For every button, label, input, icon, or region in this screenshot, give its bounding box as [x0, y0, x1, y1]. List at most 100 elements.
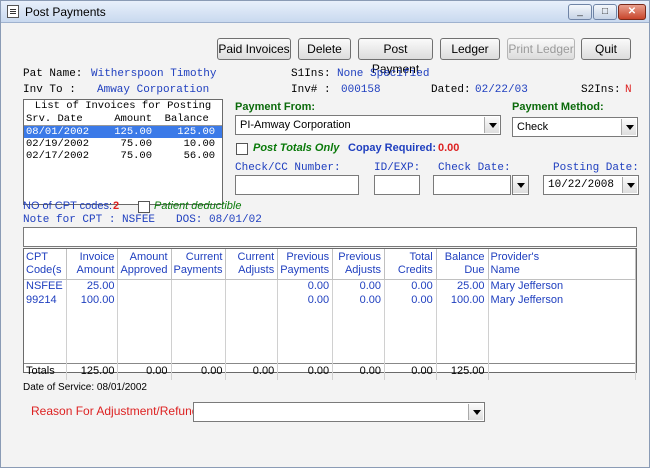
- grid-cell[interactable]: 99214: [24, 293, 67, 307]
- post-totals-label: Post Totals Only: [253, 142, 340, 154]
- grid-cell: [171, 335, 227, 349]
- col-balance: Balance: [164, 113, 209, 125]
- totals-row[interactable]: Totals 125.00 0.00 0.00 0.00 0.00 0.00 0.00 125.…: [24, 362, 637, 380]
- s1ins-label: S1Ins:: [291, 68, 331, 80]
- grid-cell[interactable]: [171, 293, 227, 307]
- copay-label: Copay Required:: [348, 142, 437, 154]
- table-row[interactable]: NSFEE 25.00 0.00 0.00 0.00 25.00 Mary Jefferso…: [24, 279, 637, 293]
- grid-cell[interactable]: [225, 279, 279, 293]
- chevron-down-icon[interactable]: [621, 119, 636, 135]
- grid-cell[interactable]: 0.00: [117, 362, 172, 380]
- grid-cell[interactable]: [117, 279, 172, 293]
- grid-cell[interactable]: 0.00: [332, 279, 386, 293]
- grid-cell[interactable]: 0.00: [332, 293, 386, 307]
- grid-cell[interactable]: [488, 362, 637, 380]
- ledger-button[interactable]: Ledger: [440, 38, 500, 60]
- grid-cell[interactable]: 100.00: [66, 293, 119, 307]
- grid-column-header-line: Balance: [444, 251, 485, 263]
- grid-cell[interactable]: Mary Jefferson: [488, 293, 637, 307]
- invoice-list-item[interactable]: 08/01/2002 125.00 125.00: [24, 126, 222, 138]
- minimize-button[interactable]: _: [568, 4, 592, 20]
- grid-cell: [332, 321, 386, 335]
- maximize-button[interactable]: □: [593, 4, 617, 20]
- s2ins-label: S2Ins:: [581, 84, 621, 96]
- invoice-list-item[interactable]: 02/17/2002 75.00 56.00: [24, 150, 222, 162]
- post-payment-button[interactable]: Post Payment: [358, 38, 433, 76]
- grid-column-header: Current Adjusts: [225, 249, 279, 280]
- grid-cell: [24, 349, 67, 363]
- grid-column-header-line: Payments: [280, 264, 330, 276]
- payment-method-select[interactable]: Check: [512, 117, 638, 137]
- grid-cell[interactable]: 0.00: [384, 293, 437, 307]
- grid-cell[interactable]: [117, 293, 172, 307]
- date-of-service-label: Date of Service: 08/01/2002: [23, 382, 147, 393]
- chevron-down-icon[interactable]: [468, 404, 483, 420]
- s2ins-value: N: [625, 84, 632, 96]
- patient-deductible-checkbox[interactable]: [138, 201, 150, 213]
- grid-cell[interactable]: NSFEE: [24, 279, 67, 293]
- inv-number-label: Inv# :: [291, 84, 331, 96]
- grid-column-header-line: CPT: [26, 251, 48, 263]
- grid-cell[interactable]: 125.00: [66, 362, 119, 380]
- invoice-list[interactable]: List of Invoices for Posting Srv. Date A…: [23, 99, 223, 205]
- grid-cell[interactable]: 25.00: [66, 279, 119, 293]
- grid-column-header-line: Current: [185, 251, 223, 263]
- grid-column-header-line: Due: [464, 264, 485, 276]
- grid-cell[interactable]: Totals: [24, 362, 67, 380]
- grid-cell[interactable]: [171, 279, 227, 293]
- reason-for-adjustment-select[interactable]: [193, 402, 485, 422]
- check-date-input[interactable]: [433, 175, 511, 195]
- grid-cell[interactable]: Mary Jefferson: [488, 279, 637, 293]
- chevron-down-icon[interactable]: [484, 117, 499, 133]
- id-exp-input[interactable]: [374, 175, 420, 195]
- grid-cell[interactable]: 0.00: [277, 279, 334, 293]
- title-bar: Post Payments _ □ ✕: [1, 1, 649, 23]
- check-cc-number-input[interactable]: [235, 175, 359, 195]
- close-button[interactable]: ✕: [618, 4, 646, 20]
- post-totals-checkbox[interactable]: [236, 143, 248, 155]
- grid-cell[interactable]: 100.00: [436, 293, 489, 307]
- paid-invoices-button[interactable]: Paid Invoices: [217, 38, 291, 60]
- payment-from-label: Payment From:: [235, 101, 316, 113]
- grid-cell[interactable]: [225, 293, 279, 307]
- check-date-picker[interactable]: [512, 175, 529, 195]
- cpt-grid: CPT Code(s Invoice Amount Amount Approved Curr…: [23, 248, 637, 380]
- pat-name-label: Pat Name:: [23, 68, 83, 80]
- grid-column-header: Previous Payments: [277, 249, 334, 280]
- grid-cell: [24, 307, 67, 321]
- id-exp-label: ID/EXP:: [374, 162, 421, 174]
- grid-cell[interactable]: 0.00: [171, 362, 227, 380]
- quit-button[interactable]: Quit: [581, 38, 631, 60]
- grid-cell: [436, 321, 489, 335]
- table-row[interactable]: 99214 100.00 0.00 0.00 0.00 100.00 Mary Jeffer…: [24, 293, 637, 307]
- grid-cell: [225, 349, 279, 363]
- print-ledger-button[interactable]: Print Ledger: [507, 38, 575, 60]
- grid-cell[interactable]: 0.00: [332, 362, 386, 380]
- cpt-note-input[interactable]: [23, 227, 637, 247]
- delete-button[interactable]: Delete: [298, 38, 351, 60]
- patient-deductible-label: Patient deductible: [154, 200, 242, 212]
- grid-cell: [436, 349, 489, 363]
- chevron-down-icon[interactable]: [513, 177, 528, 193]
- dated-label: Dated:: [431, 84, 471, 96]
- grid-cell: [66, 335, 119, 349]
- grid-cell[interactable]: 125.00: [436, 362, 489, 380]
- grid-cell[interactable]: 0.00: [384, 362, 437, 380]
- grid-cell[interactable]: 0.00: [277, 293, 334, 307]
- grid-cell[interactable]: 0.00: [277, 362, 334, 380]
- payment-from-select[interactable]: PI-Amway Corporation: [235, 115, 501, 135]
- s1ins-value: None Specified: [337, 68, 430, 80]
- grid-cell: [117, 321, 172, 335]
- grid-column-header-line: Amount: [129, 251, 168, 263]
- chevron-down-icon[interactable]: [622, 177, 637, 193]
- post-payments-window: Post Payments _ □ ✕ Paid Invoices Delete…: [0, 0, 650, 468]
- grid-column-header-line: Total: [409, 251, 433, 263]
- invoice-list-item[interactable]: 02/19/2002 75.00 10.00: [24, 138, 222, 150]
- grid-cell[interactable]: 0.00: [384, 279, 437, 293]
- grid-cell[interactable]: 0.00: [225, 362, 279, 380]
- grid-cell[interactable]: 25.00: [436, 279, 489, 293]
- grid-cell: [277, 321, 334, 335]
- posting-date-select[interactable]: 10/22/2008: [543, 175, 639, 195]
- grid-column-header-line: Previous: [338, 251, 382, 263]
- grid-cell: [436, 307, 489, 321]
